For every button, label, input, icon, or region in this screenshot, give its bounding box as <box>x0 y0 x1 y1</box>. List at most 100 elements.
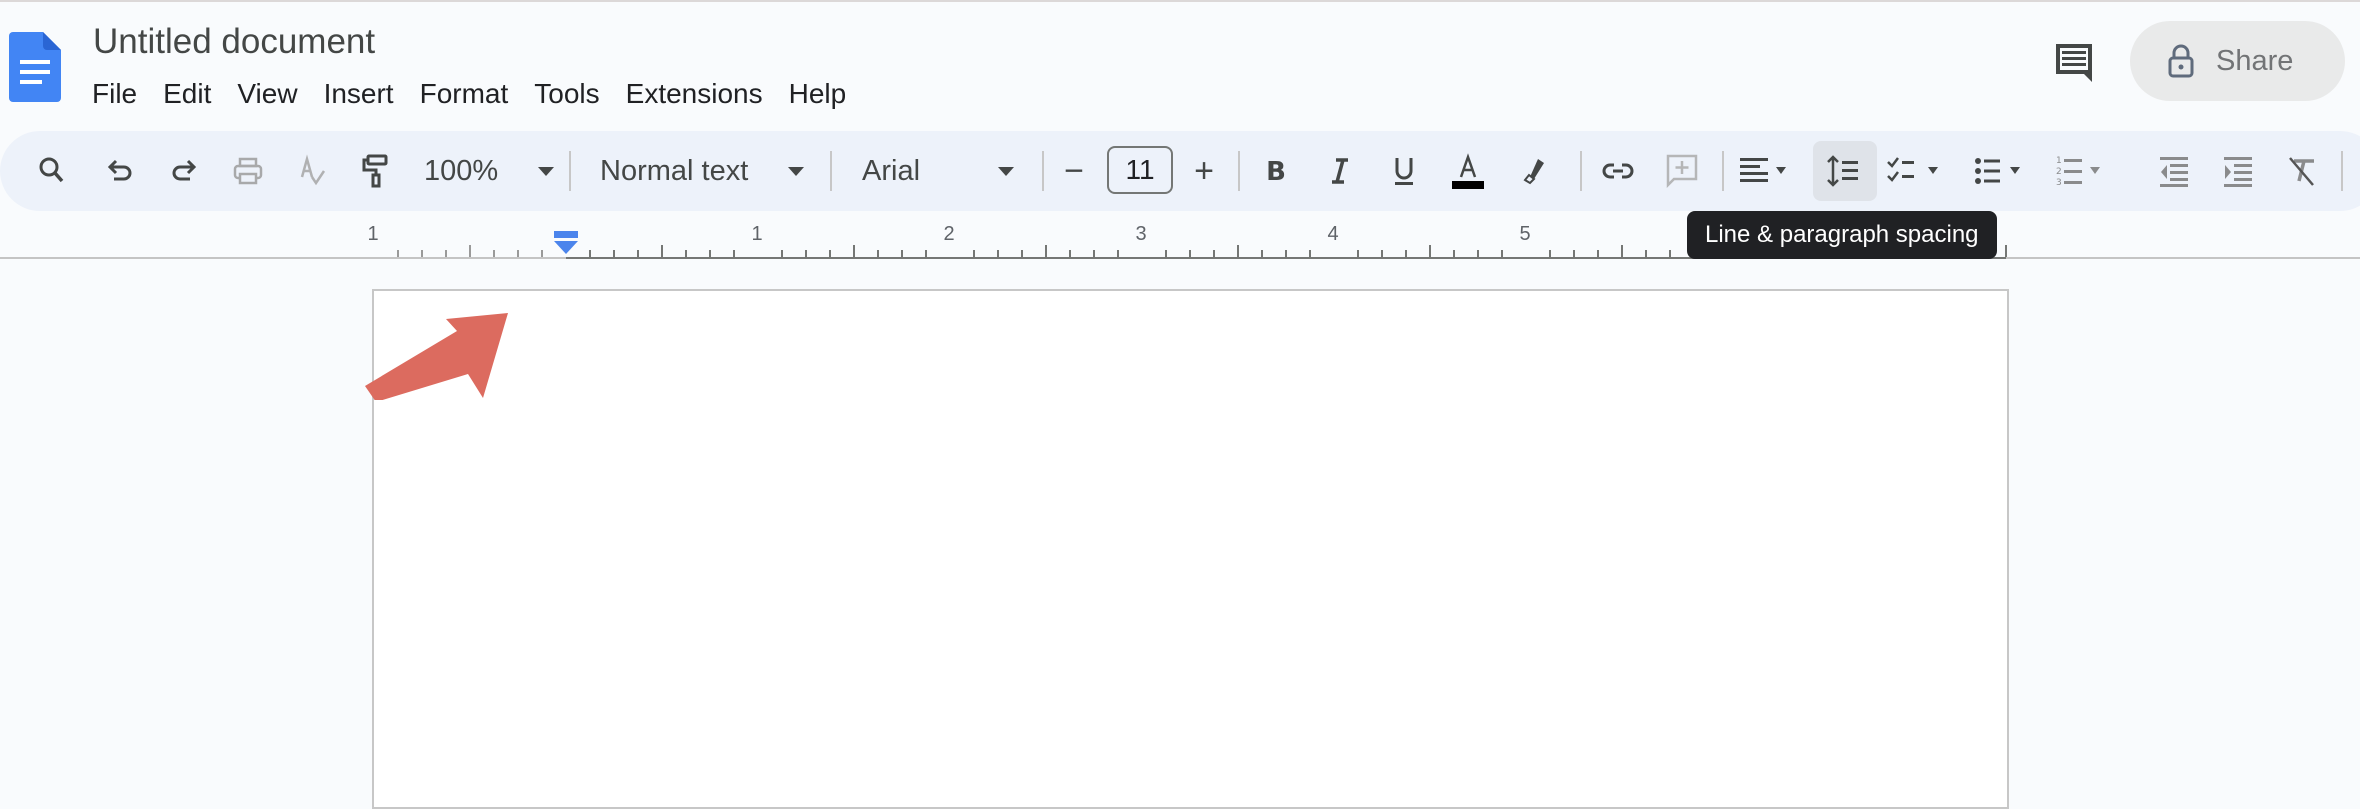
ruler-tick <box>541 250 543 257</box>
increase-font-size-button[interactable]: + <box>1182 131 1226 211</box>
ruler-tick <box>1597 250 1599 257</box>
numbered-list-icon: 1 2 3 <box>2056 156 2100 188</box>
add-comment-button[interactable] <box>1658 131 1706 211</box>
document-title[interactable]: Untitled document <box>89 20 379 64</box>
underline-button[interactable] <box>1380 131 1428 211</box>
spelling-grammar-button[interactable] <box>288 131 336 211</box>
ruler-tick <box>709 250 711 257</box>
line-paragraph-spacing-button[interactable] <box>1821 131 1869 211</box>
ruler-tick <box>1117 250 1119 257</box>
menu-bar: File Edit View Insert Format Tools Exten… <box>82 74 862 114</box>
zoom-value: 100% <box>424 154 499 187</box>
menu-extensions[interactable]: Extensions <box>616 74 773 114</box>
menu-help[interactable]: Help <box>779 74 857 114</box>
comment-history-icon <box>2056 44 2092 82</box>
ruler-tick <box>1093 250 1095 257</box>
text-color-button[interactable] <box>1444 131 1492 211</box>
ruler-tick <box>445 250 447 257</box>
clear-formatting-button[interactable] <box>2278 131 2326 211</box>
ruler-tick <box>421 250 423 257</box>
redo-button[interactable] <box>160 131 208 211</box>
checklist-button[interactable] <box>1884 131 1956 211</box>
annotation-arrow <box>365 313 508 400</box>
ruler-label: 2 <box>943 223 955 245</box>
ruler-tick <box>1645 250 1647 257</box>
increase-indent-button[interactable] <box>2214 131 2262 211</box>
bold-icon: B <box>1266 157 1286 187</box>
bulleted-list-button[interactable] <box>1970 131 2042 211</box>
menu-file[interactable]: File <box>82 74 147 114</box>
ruler-tick <box>877 250 879 257</box>
ruler-tick <box>1501 250 1503 257</box>
add-comment-icon <box>1666 154 1698 189</box>
ruler-label: 1 <box>367 223 379 245</box>
comment-history-button[interactable] <box>2050 38 2098 86</box>
document-page[interactable] <box>372 289 2009 809</box>
bulleted-list-icon <box>1975 158 2020 184</box>
share-label: Share <box>2216 44 2294 77</box>
ruler-tick <box>853 245 855 257</box>
ruler-tick <box>1669 250 1671 257</box>
zoom-select[interactable]: 100% <box>424 131 554 211</box>
paint-format-button[interactable] <box>352 131 400 211</box>
bold-button[interactable]: B <box>1252 131 1300 211</box>
numbered-list-button[interactable]: 1 2 3 <box>2052 131 2124 211</box>
increase-indent-icon <box>2224 157 2252 187</box>
italic-icon <box>1332 158 1348 184</box>
ruler-tick <box>2005 245 2007 257</box>
search-menus-button[interactable] <box>28 131 76 211</box>
ruler-tick <box>1021 250 1023 257</box>
docs-logo-icon[interactable] <box>9 32 61 102</box>
paragraph-style-value: Normal text <box>600 154 749 187</box>
ruler-tick <box>493 250 495 257</box>
menu-edit[interactable]: Edit <box>153 74 221 114</box>
insert-link-button[interactable] <box>1594 131 1642 211</box>
font-value: Arial <box>862 154 921 187</box>
ruler-tick <box>1045 245 1047 257</box>
ruler-label: 1 <box>751 223 763 245</box>
ruler-tick <box>1429 245 1431 257</box>
ruler-label: 5 <box>1519 223 1531 245</box>
font-select[interactable]: Arial <box>862 131 1014 211</box>
align-button[interactable] <box>1736 131 1800 211</box>
decrease-indent-button[interactable] <box>2150 131 2198 211</box>
ruler-tick <box>469 245 471 257</box>
highlight-color-button[interactable] <box>1508 131 1556 211</box>
ruler-tick <box>901 250 903 257</box>
font-size-input[interactable]: 11 <box>1107 146 1173 194</box>
ruler-tick <box>517 250 519 257</box>
ruler-tick <box>1165 250 1167 257</box>
ruler-tick <box>1621 245 1623 257</box>
share-button[interactable]: Share <box>2130 21 2345 101</box>
menu-view[interactable]: View <box>227 74 307 114</box>
toolbar-divider <box>569 151 571 191</box>
paragraph-style-select[interactable]: Normal text <box>600 131 804 211</box>
menu-tools[interactable]: Tools <box>524 74 609 114</box>
svg-text:2: 2 <box>2056 167 2062 177</box>
text-color-icon <box>1452 153 1484 189</box>
italic-button[interactable] <box>1316 131 1364 211</box>
first-line-indent-marker[interactable] <box>553 230 579 254</box>
ruler-tick <box>925 250 927 257</box>
undo-button[interactable] <box>96 131 144 211</box>
ruler-tick <box>1405 250 1407 257</box>
ruler-tick <box>1237 245 1239 257</box>
line-spacing-icon <box>1827 155 1858 187</box>
ruler-tick <box>661 245 663 257</box>
ruler-tick <box>1309 250 1311 257</box>
decrease-indent-icon <box>2160 157 2188 187</box>
ruler-tick <box>1453 250 1455 257</box>
ruler-tick <box>1549 250 1551 257</box>
menu-insert[interactable]: Insert <box>314 74 404 114</box>
print-button[interactable] <box>224 131 272 211</box>
spellcheck-icon <box>300 154 326 186</box>
checklist-icon <box>1887 157 1938 182</box>
menu-format[interactable]: Format <box>410 74 519 114</box>
ruler-tick <box>733 250 735 257</box>
ruler-label: 3 <box>1135 223 1147 245</box>
toolbar-divider <box>2341 151 2343 191</box>
window-top-border <box>0 0 2360 2</box>
horizontal-ruler[interactable]: 1 1 2 3 4 5 <box>0 215 2360 260</box>
print-icon <box>233 157 263 185</box>
decrease-font-size-button[interactable]: − <box>1052 131 1096 211</box>
